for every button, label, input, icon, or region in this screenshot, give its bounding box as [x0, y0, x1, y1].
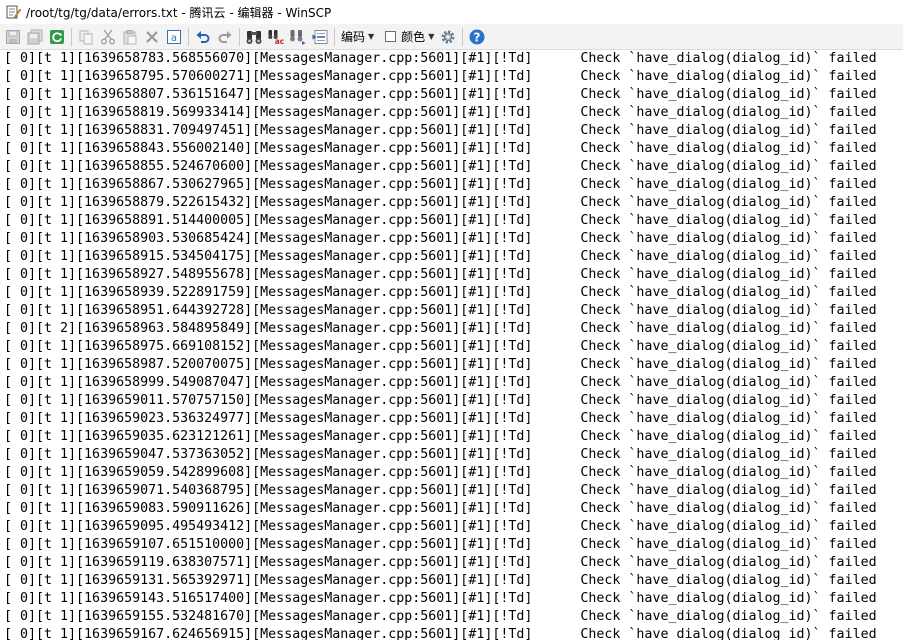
find-button[interactable] [243, 26, 265, 48]
reload-button[interactable] [46, 26, 68, 48]
text-line[interactable]: [ 0][t 1][1639659023.536324977][Messages… [0, 410, 903, 428]
text-line[interactable]: [ 0][t 1][1639658975.669108152][Messages… [0, 338, 903, 356]
text-line[interactable]: [ 0][t 1][1639658879.522615432][Messages… [0, 194, 903, 212]
color-toggle[interactable]: 颜色 ▼ [377, 26, 437, 48]
text-line[interactable]: [ 0][t 1][1639658999.549087047][Messages… [0, 374, 903, 392]
cut-button[interactable] [97, 26, 119, 48]
encoding-label: 编码 [341, 30, 366, 44]
text-line[interactable]: [ 0][t 1][1639659131.565392971][Messages… [0, 572, 903, 590]
editor-toolbar: a ac 编码 ▼ 颜色 ▼ ? [0, 24, 903, 50]
text-line[interactable]: [ 0][t 1][1639659011.570757150][Messages… [0, 392, 903, 410]
replace-button[interactable]: ac [265, 26, 287, 48]
text-line[interactable]: [ 0][t 1][1639659167.624656915][Messages… [0, 626, 903, 640]
text-line[interactable]: [ 0][t 2][1639658963.584895849][Messages… [0, 320, 903, 338]
replace-icon: ac [268, 29, 284, 45]
copy-button[interactable] [75, 26, 97, 48]
delete-icon [146, 30, 158, 43]
save-all-button[interactable] [24, 26, 46, 48]
text-line[interactable]: [ 0][t 1][1639658795.570600271][Messages… [0, 68, 903, 86]
help-icon: ? [469, 29, 485, 44]
text-line[interactable]: [ 0][t 1][1639658867.530627965][Messages… [0, 176, 903, 194]
undo-icon [196, 30, 210, 43]
text-line[interactable]: [ 0][t 1][1639658939.522891759][Messages… [0, 284, 903, 302]
encoding-dropdown[interactable]: 编码 ▼ [338, 26, 377, 48]
notepad-edit-icon [6, 5, 21, 19]
find-next-icon [290, 29, 306, 45]
reload-icon [50, 29, 64, 44]
text-line[interactable]: [ 0][t 1][1639659107.651510000][Messages… [0, 536, 903, 554]
text-line[interactable]: [ 0][t 1][1639658951.644392728][Messages… [0, 302, 903, 320]
text-line[interactable]: [ 0][t 1][1639659083.590911626][Messages… [0, 500, 903, 518]
text-line[interactable]: [ 0][t 1][1639659143.516517400][Messages… [0, 590, 903, 608]
svg-text:a: a [171, 33, 177, 44]
goto-line-button[interactable] [309, 26, 331, 48]
text-line[interactable]: [ 0][t 1][1639659059.542899608][Messages… [0, 464, 903, 482]
settings-button[interactable] [437, 26, 459, 48]
toolbar-separator [239, 27, 240, 46]
help-button[interactable]: ? [466, 26, 488, 48]
delete-button[interactable] [141, 26, 163, 48]
paste-button[interactable] [119, 26, 141, 48]
text-line[interactable]: [ 0][t 1][1639659119.638307571][Messages… [0, 554, 903, 572]
cut-icon [101, 29, 115, 44]
text-line[interactable]: [ 0][t 1][1639658855.524670600][Messages… [0, 158, 903, 176]
text-line[interactable]: [ 0][t 1][1639658783.568556070][Messages… [0, 50, 903, 68]
toolbar-separator [462, 27, 464, 46]
paste-icon [123, 29, 137, 44]
text-line[interactable]: [ 0][t 1][1639659035.623121261][Messages… [0, 428, 903, 446]
text-line[interactable]: [ 0][t 1][1639658903.530685424][Messages… [0, 230, 903, 248]
redo-icon [218, 30, 232, 43]
text-line[interactable]: [ 0][t 1][1639658987.520070075][Messages… [0, 356, 903, 374]
svg-text:ac: ac [275, 37, 284, 45]
goto-line-icon [312, 29, 328, 44]
find-next-button[interactable] [287, 26, 309, 48]
text-editor[interactable]: [ 0][t 1][1639658783.568556070][Messages… [0, 50, 903, 640]
toolbar-separator [334, 27, 335, 46]
save-button[interactable] [2, 26, 24, 48]
chevron-down-icon: ▼ [428, 32, 435, 41]
settings-icon [441, 30, 455, 43]
save-all-icon [27, 29, 43, 44]
toolbar-separator [188, 27, 189, 46]
chevron-down-icon: ▼ [368, 32, 375, 41]
text-line[interactable]: [ 0][t 1][1639659071.540368795][Messages… [0, 482, 903, 500]
redo-button[interactable] [214, 26, 236, 48]
text-line[interactable]: [ 0][t 1][1639658807.536151647][Messages… [0, 86, 903, 104]
text-line[interactable]: [ 0][t 1][1639658831.709497451][Messages… [0, 122, 903, 140]
svg-text:?: ? [474, 30, 481, 44]
text-line[interactable]: [ 0][t 1][1639658891.514400005][Messages… [0, 212, 903, 230]
text-line[interactable]: [ 0][t 1][1639659155.532481670][Messages… [0, 608, 903, 626]
text-line[interactable]: [ 0][t 1][1639658927.548955678][Messages… [0, 266, 903, 284]
select-all-icon: a [167, 29, 181, 44]
copy-icon [79, 30, 93, 44]
window-title: /root/tg/tg/data/errors.txt - 腾讯云 - 编辑器 … [26, 5, 332, 20]
text-line[interactable]: [ 0][t 1][1639658843.556002140][Messages… [0, 140, 903, 158]
title-bar: /root/tg/tg/data/errors.txt - 腾讯云 - 编辑器 … [0, 0, 903, 24]
color-label: 颜色 [401, 30, 426, 44]
find-icon [246, 30, 262, 44]
toolbar-separator [71, 27, 72, 46]
text-line[interactable]: [ 0][t 1][1639658819.569933414][Messages… [0, 104, 903, 122]
save-icon [6, 29, 20, 44]
color-checkbox[interactable] [385, 31, 397, 42]
undo-button[interactable] [192, 26, 214, 48]
text-line[interactable]: [ 0][t 1][1639659047.537363052][Messages… [0, 446, 903, 464]
select-all-button[interactable]: a [163, 26, 185, 48]
text-line[interactable]: [ 0][t 1][1639659095.495493412][Messages… [0, 518, 903, 536]
text-line[interactable]: [ 0][t 1][1639658915.534504175][Messages… [0, 248, 903, 266]
